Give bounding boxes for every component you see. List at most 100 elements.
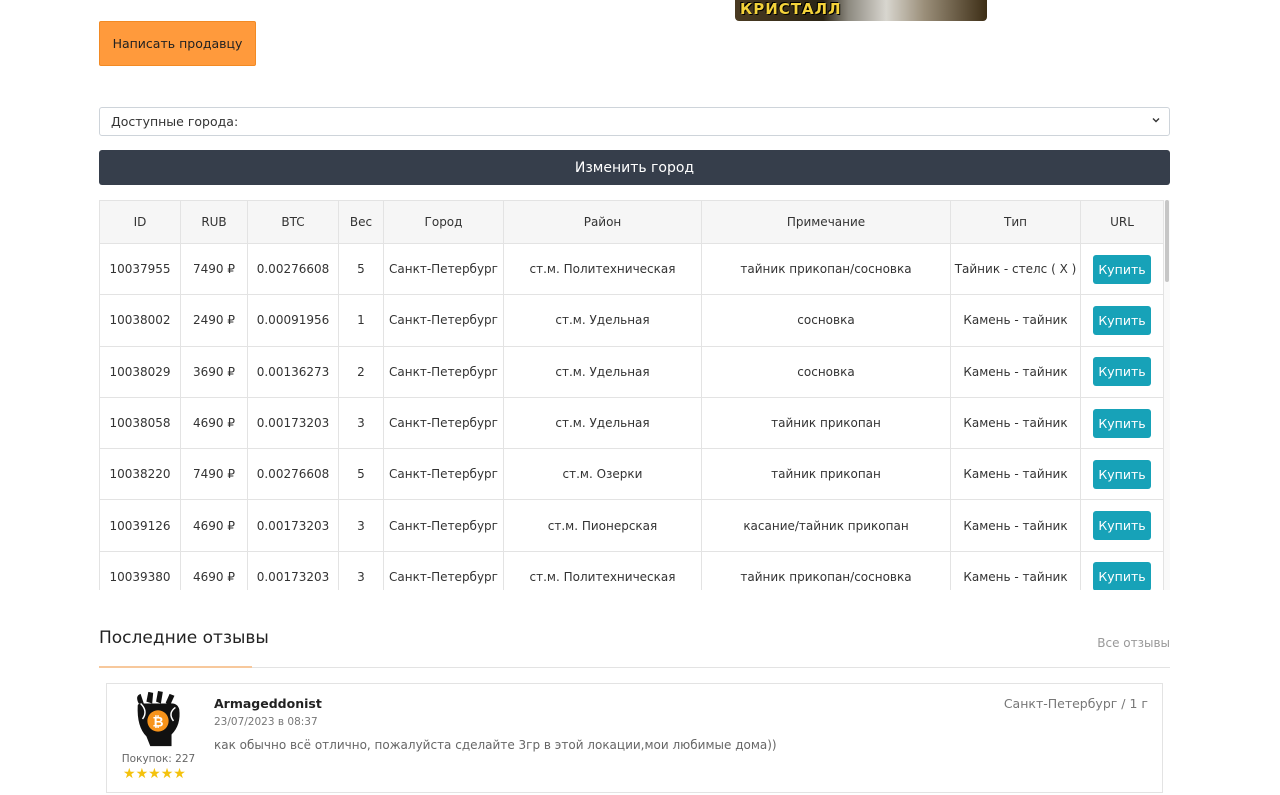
city-select[interactable]: Доступные города:	[99, 107, 1170, 136]
cell-rub: 3690 ₽	[180, 345, 248, 398]
buy-button[interactable]: Купить	[1093, 305, 1151, 335]
cell-id: 10039126	[99, 499, 181, 552]
cell-weight: 5	[338, 242, 384, 296]
header-type: Тип	[950, 200, 1081, 244]
cell-note: сосновка	[701, 294, 951, 347]
svg-text:₿: ₿	[152, 714, 163, 730]
reviews-divider	[99, 667, 1170, 668]
review-date: 23/07/2023 в 08:37	[214, 716, 318, 728]
header-url: URL	[1080, 200, 1164, 244]
cell-district: ст.м. Озерки	[503, 448, 702, 501]
review-author: Armageddonist	[214, 696, 322, 711]
scrollbar-thumb[interactable]	[1165, 200, 1169, 282]
table-scrollbar[interactable]	[1164, 200, 1170, 590]
cell-city: Санкт-Петербург	[383, 294, 504, 347]
cell-btc: 0.00276608	[247, 242, 339, 296]
reviews-title: Последние отзывы	[99, 628, 269, 648]
table-row: 10039380 4690 ₽ 0.00173203 3 Санкт-Петер…	[99, 550, 1164, 590]
cell-type: Тайник - стелс ( Х )	[950, 242, 1081, 296]
cell-rub: 7490 ₽	[180, 242, 248, 296]
buy-button[interactable]: Купить	[1093, 562, 1151, 590]
cell-district: ст.м. Удельная	[503, 396, 702, 450]
cell-note: тайник прикопан	[701, 396, 951, 450]
buy-button[interactable]: Купить	[1093, 408, 1151, 438]
table-row: 10038002 2490 ₽ 0.00091956 1 Санкт-Петер…	[99, 294, 1164, 347]
cell-rub: 4690 ₽	[180, 550, 248, 590]
cell-btc: 0.00173203	[247, 499, 339, 552]
table-row: 10037955 7490 ₽ 0.00276608 5 Санкт-Петер…	[99, 242, 1164, 296]
header-id: ID	[99, 200, 181, 244]
star-icon: ★	[135, 766, 149, 782]
cell-url: Купить	[1080, 242, 1164, 296]
cell-rub: 4690 ₽	[180, 396, 248, 450]
review-purchases: Покупок: 227	[121, 753, 196, 765]
cell-id: 10039380	[99, 550, 181, 590]
city-select-value: Доступные города:	[111, 114, 239, 129]
buy-button[interactable]: Купить	[1093, 511, 1151, 541]
cell-url: Купить	[1080, 396, 1164, 450]
change-city-button[interactable]: Изменить город	[99, 150, 1170, 185]
cell-district: ст.м. Удельная	[503, 294, 702, 347]
review-rating-stars: ★★★★★	[123, 766, 186, 782]
cell-id: 10038029	[99, 345, 181, 398]
buy-button[interactable]: Купить	[1093, 459, 1151, 489]
cell-rub: 7490 ₽	[180, 448, 248, 501]
cell-url: Купить	[1080, 294, 1164, 347]
header-btc: BTC	[247, 200, 339, 244]
star-icon: ★	[148, 766, 161, 782]
cell-weight: 1	[338, 294, 384, 347]
cell-city: Санкт-Петербург	[383, 396, 504, 450]
header-weight: Вес	[338, 200, 384, 244]
cell-district: ст.м. Пионерская	[503, 499, 702, 552]
cell-weight: 3	[338, 396, 384, 450]
cell-btc: 0.00173203	[247, 396, 339, 450]
cell-city: Санкт-Петербург	[383, 345, 504, 398]
cell-city: Санкт-Петербург	[383, 550, 504, 590]
cell-city: Санкт-Петербург	[383, 242, 504, 296]
header-city: Город	[383, 200, 504, 244]
header-note: Примечание	[701, 200, 951, 244]
all-reviews-link[interactable]: Все отзывы	[1097, 636, 1170, 650]
header-district: Район	[503, 200, 702, 244]
review-text: как обычно всё отлично, пожалуйста сдела…	[214, 738, 777, 752]
cell-btc: 0.00276608	[247, 448, 339, 501]
products-table: ID RUB BTC Вес Город Район Примечание Ти…	[99, 200, 1164, 590]
cell-weight: 2	[338, 345, 384, 398]
header-rub: RUB	[180, 200, 248, 244]
cell-city: Санкт-Петербург	[383, 448, 504, 501]
cell-weight: 3	[338, 550, 384, 590]
table-row: 10038220 7490 ₽ 0.00276608 5 Санкт-Петер…	[99, 448, 1164, 501]
buy-button[interactable]: Купить	[1093, 254, 1151, 284]
cell-note: сосновка	[701, 345, 951, 398]
cell-url: Купить	[1080, 499, 1164, 552]
cell-btc: 0.00173203	[247, 550, 339, 590]
review-card: ₿ Покупок: 227 ★★★★★ Armageddonist 23/07…	[106, 683, 1163, 793]
cell-btc: 0.00091956	[247, 294, 339, 347]
cell-url: Купить	[1080, 448, 1164, 501]
cell-id: 10038058	[99, 396, 181, 450]
cell-id: 10038220	[99, 448, 181, 501]
cell-rub: 4690 ₽	[180, 499, 248, 552]
cell-type: Камень - тайник	[950, 499, 1081, 552]
star-icon: ★	[123, 766, 136, 782]
cell-url: Купить	[1080, 550, 1164, 590]
chevron-down-icon	[1152, 118, 1160, 123]
cell-btc: 0.00136273	[247, 345, 339, 398]
cell-district: ст.м. Политехническая	[503, 550, 702, 590]
cell-url: Купить	[1080, 345, 1164, 398]
review-location: Санкт-Петербург / 1 г	[1003, 696, 1148, 711]
cell-note: тайник прикопан/сосновка	[701, 550, 951, 590]
cell-id: 10037955	[99, 242, 181, 296]
promo-banner[interactable]: КРИСТАЛЛ	[735, 0, 987, 21]
reviews-title-underline	[99, 666, 252, 668]
cell-type: Камень - тайник	[950, 294, 1081, 347]
star-icon: ★	[160, 766, 174, 782]
banner-text: КРИСТАЛЛ	[740, 0, 842, 18]
cell-type: Камень - тайник	[950, 448, 1081, 501]
cell-type: Камень - тайник	[950, 396, 1081, 450]
products-table-container: ID RUB BTC Вес Город Район Примечание Ти…	[99, 200, 1170, 590]
buy-button[interactable]: Купить	[1093, 357, 1151, 387]
cell-weight: 5	[338, 448, 384, 501]
write-seller-button[interactable]: Написать продавцу	[99, 21, 256, 66]
cell-note: тайник прикопан/сосновка	[701, 242, 951, 296]
